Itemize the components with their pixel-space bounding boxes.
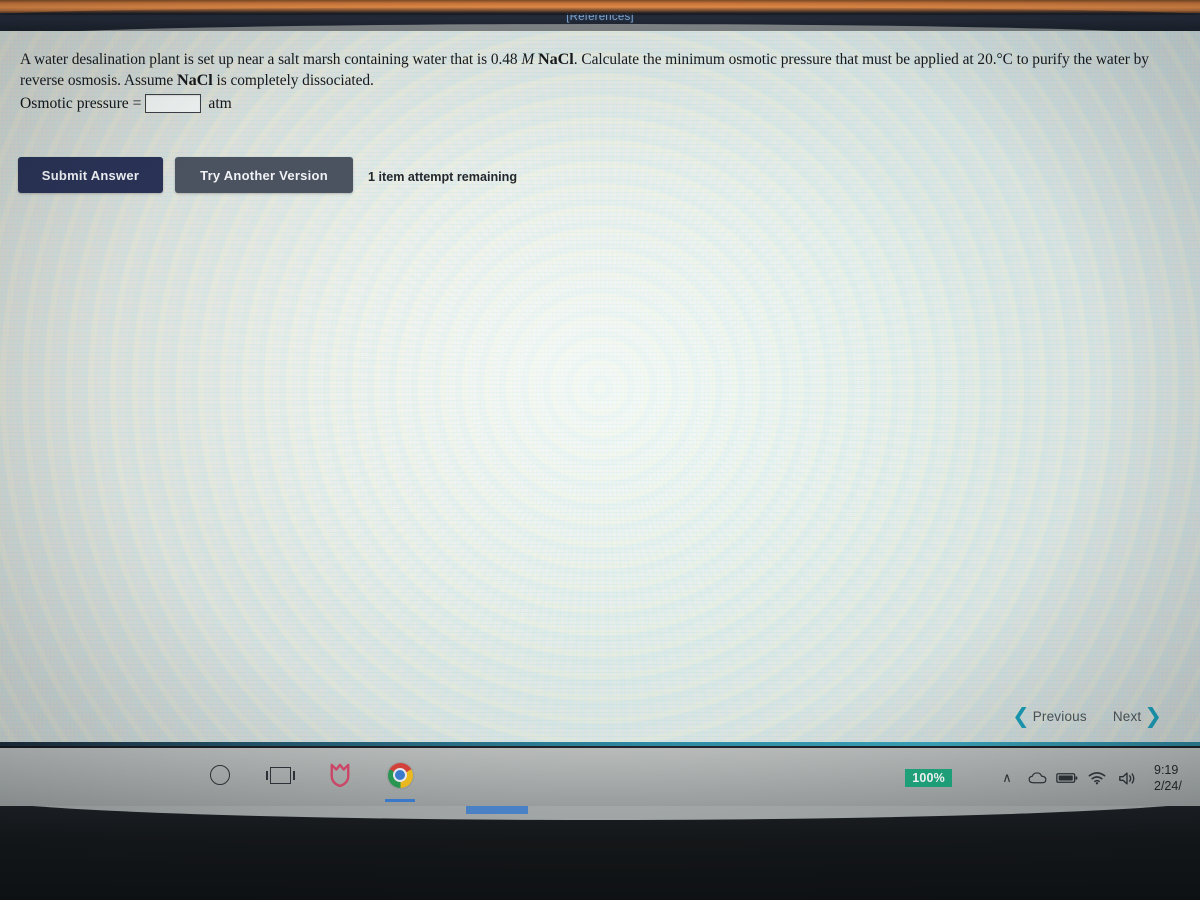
wifi-icon[interactable] xyxy=(1084,765,1110,791)
teal-divider-rule xyxy=(0,742,1200,750)
volume-icon[interactable] xyxy=(1114,765,1140,791)
chrome-icon[interactable] xyxy=(385,760,415,802)
molarity-symbol: M xyxy=(521,51,535,69)
question-concentration: 0.48 xyxy=(490,51,518,69)
wifi-glyph xyxy=(1088,772,1106,785)
cortana-icon[interactable] xyxy=(205,760,235,790)
chrome-glyph xyxy=(387,762,413,788)
zoom-level-badge[interactable]: 100% xyxy=(905,769,952,787)
question-content: A water desalination plant is set up nea… xyxy=(0,30,1200,745)
onedrive-cloud-icon[interactable] xyxy=(1024,765,1050,791)
system-tray: 100% ∧ 9:19 2/24/ xyxy=(905,748,1200,808)
next-button[interactable]: Next ❯ xyxy=(1113,706,1162,727)
solute-formula-2: NaCl xyxy=(176,71,213,90)
submit-answer-button[interactable]: Submit Answer xyxy=(18,157,163,193)
task-view-icon[interactable] xyxy=(265,760,295,790)
battery-icon[interactable] xyxy=(1054,765,1080,791)
chrome-active-indicator xyxy=(385,799,415,802)
next-label: Next xyxy=(1112,709,1142,724)
browser-viewport: A water desalination plant is set up nea… xyxy=(0,30,1200,745)
battery-glyph xyxy=(1056,773,1078,783)
laptop-screen-photo: [References] A water desalination plant … xyxy=(0,0,1200,900)
shield-glyph xyxy=(330,763,350,787)
header-curve-decoration xyxy=(0,24,1200,31)
answer-label: Osmotic pressure = xyxy=(20,94,142,112)
show-hidden-icons-icon[interactable]: ∧ xyxy=(994,765,1020,791)
attempts-remaining-text: 1 item attempt remaining xyxy=(368,169,518,184)
security-shield-icon[interactable] xyxy=(325,760,355,790)
previous-button[interactable]: ❮ Previous xyxy=(1012,706,1087,727)
clock-date: 2/24/ xyxy=(1154,779,1182,793)
taskbar-clock[interactable]: 9:19 2/24/ xyxy=(1154,762,1200,794)
chevron-right-icon: ❯ xyxy=(1144,704,1162,728)
question-text: A water desalination plant is set up nea… xyxy=(20,49,1188,91)
answer-row: Osmotic pressure = atm xyxy=(20,94,232,113)
cloud-glyph xyxy=(1028,772,1046,784)
speaker-glyph xyxy=(1119,771,1135,785)
question-part-2: . Calculate the minimum osmotic pressure… xyxy=(573,51,978,69)
answer-unit-label: atm xyxy=(208,94,232,112)
taskbar-icon-group xyxy=(205,760,415,802)
pager-navigation: ❮ Previous Next ❯ xyxy=(1012,706,1162,727)
task-view-glyph xyxy=(265,766,295,784)
chevron-left-icon: ❮ xyxy=(1012,704,1030,728)
solute-formula: NaCl xyxy=(537,50,574,69)
cortana-circle-glyph xyxy=(210,765,230,785)
question-temperature: 20.°C xyxy=(977,51,1013,69)
windows-taskbar: 100% ∧ 9:19 2/24/ xyxy=(0,748,1200,808)
question-part-1: A water desalination plant is set up nea… xyxy=(20,51,491,69)
previous-label: Previous xyxy=(1032,709,1087,724)
action-button-row: Submit Answer Try Another Version 1 item… xyxy=(18,157,517,193)
clock-time: 9:19 xyxy=(1154,763,1179,777)
osmotic-pressure-input[interactable] xyxy=(145,94,202,113)
top-bezel-strip xyxy=(0,0,1200,15)
try-another-version-button[interactable]: Try Another Version xyxy=(175,157,353,193)
bottom-bezel xyxy=(0,806,1200,900)
question-part-4: is completely dissociated. xyxy=(212,72,374,90)
bezel-highlight-tab xyxy=(466,806,528,814)
